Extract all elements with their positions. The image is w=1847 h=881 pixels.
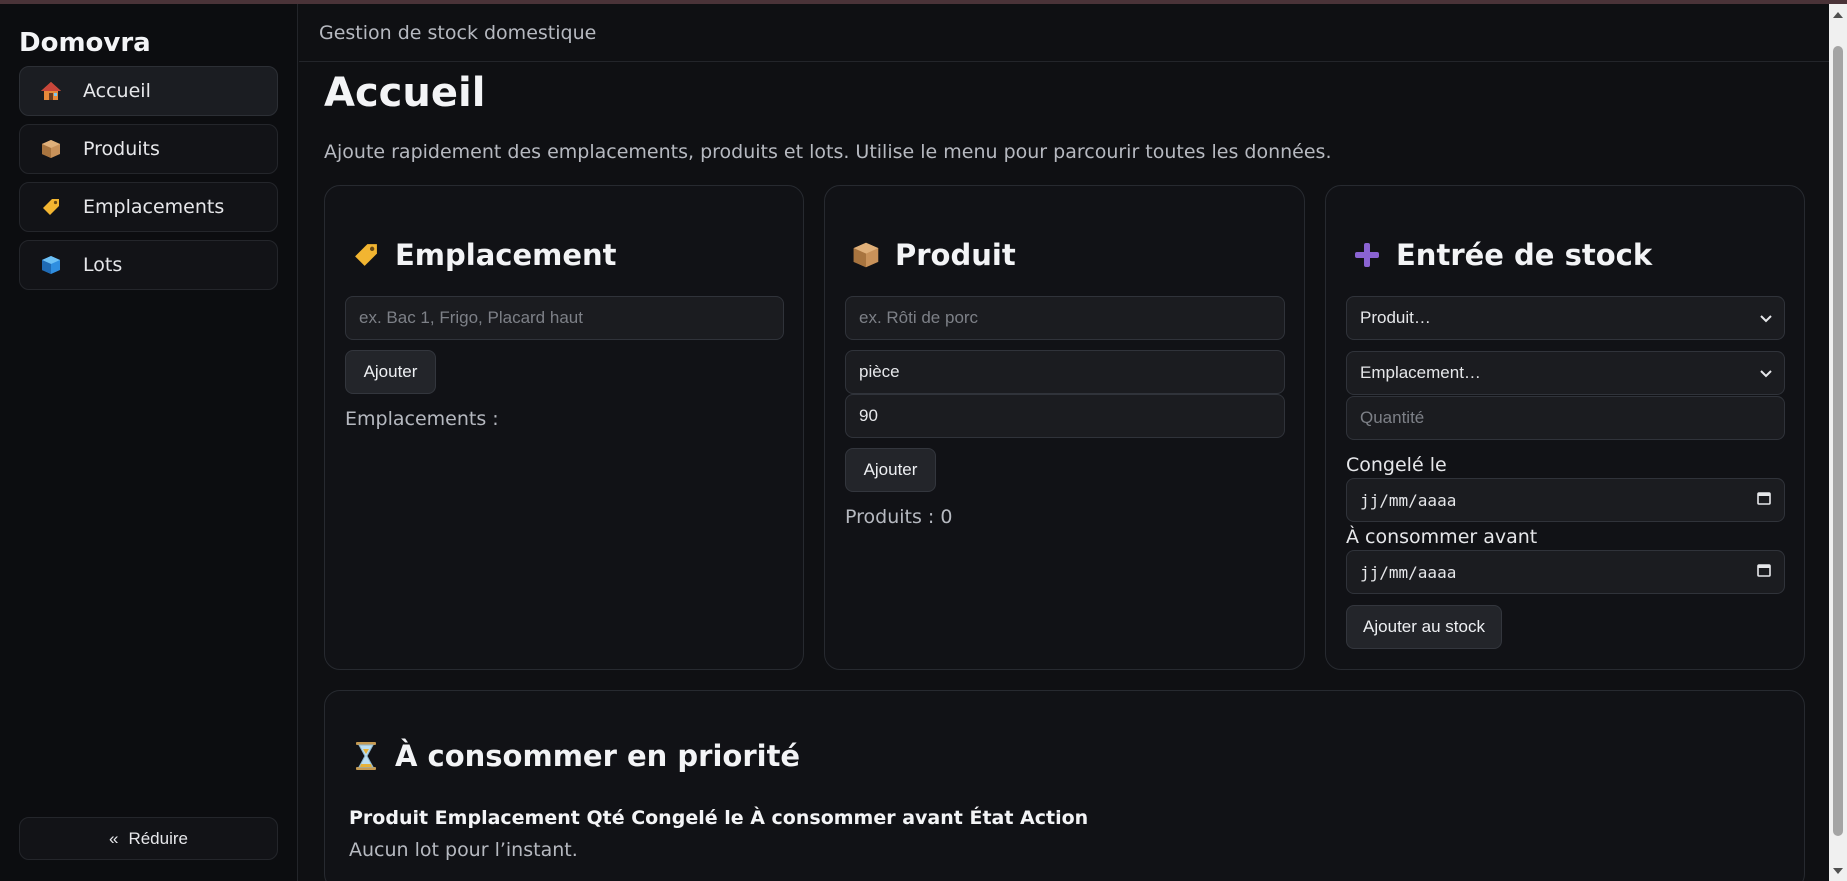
scrollbar-thumb[interactable] [1833,46,1843,836]
hourglass-icon [349,739,383,773]
add-to-stock-button[interactable]: Ajouter au stock [1346,605,1502,649]
page-description: Ajoute rapidement des emplacements, prod… [324,141,1332,163]
calendar-icon[interactable] [1756,490,1772,510]
card-title-text: À consommer en priorité [395,739,801,773]
collapse-label: Réduire [128,828,188,848]
header-subtitle: Gestion de stock domestique [319,22,597,44]
quantity-field[interactable] [1346,396,1785,440]
best-before-date-value: jj/mm/aaaa [1360,562,1457,582]
emplacement-card: Emplacement Ajouter Emplacements : [324,185,804,670]
calendar-icon[interactable] [1756,562,1772,582]
add-produit-button[interactable]: Ajouter [845,448,936,492]
best-before-date-input[interactable]: jj/mm/aaaa [1346,550,1785,594]
page-scrollbar[interactable] [1829,4,1847,881]
sidebar-item-label: Accueil [83,80,151,102]
label-tag-icon [37,195,65,219]
cube-icon [37,253,65,277]
house-icon [37,79,65,103]
sidebar-item-produits[interactable]: Produits [19,124,278,174]
sidebar-item-label: Emplacements [83,196,225,218]
produit-unit-field[interactable]: pièce [845,350,1285,394]
frozen-date-value: jj/mm/aaaa [1360,490,1457,510]
sidebar-item-label: Lots [83,254,123,276]
priority-card-title: À consommer en priorité [349,739,800,773]
produit-card: Produit pièce 90 Ajouter Produits : 0 [824,185,1305,670]
best-before-label: À consommer avant [1346,526,1538,548]
sidebar-item-label: Produits [83,138,160,160]
top-header: Gestion de stock domestique [299,4,1829,62]
location-select-value: Emplacement… [1360,363,1481,382]
emplacements-list-label: Emplacements : [345,408,499,430]
produit-duration-field[interactable]: 90 [845,394,1285,438]
empty-lots-message: Aucun lot pour l’instant. [349,839,578,861]
emplacement-name-field[interactable] [345,296,784,340]
emplacement-name-input[interactable] [359,308,770,328]
sidebar-item-accueil[interactable]: Accueil [19,66,278,116]
product-select-value: Produit… [1360,308,1431,327]
label-tag-icon [349,238,383,272]
product-select[interactable]: Produit… [1346,296,1785,340]
stock-entry-card: Entrée de stock Produit… Emplacement… Co… [1325,185,1805,670]
package-icon [849,238,883,272]
priority-table-header: Produit Emplacement Qté Congelé le À con… [349,807,1089,829]
chevron-down-icon [1760,363,1772,383]
stock-entry-card-title: Entrée de stock [1350,238,1652,272]
produit-card-title: Produit [849,238,1016,272]
sidebar-item-lots[interactable]: Lots [19,240,278,290]
page-title: Accueil [324,70,486,116]
quantity-input[interactable] [1360,408,1771,428]
frozen-date-input[interactable]: jj/mm/aaaa [1346,478,1785,522]
frozen-date-label: Congelé le [1346,454,1447,476]
add-emplacement-button[interactable]: Ajouter [345,350,436,394]
sidebar: Domovra Accueil Produits Emplacements Lo… [0,4,298,881]
package-icon [37,137,65,161]
produit-name-input[interactable] [859,308,1271,328]
collapse-sidebar-button[interactable]: « Réduire [19,817,278,860]
brand-logo: Domovra [19,28,151,58]
sidebar-item-emplacements[interactable]: Emplacements [19,182,278,232]
emplacement-card-title: Emplacement [349,238,617,272]
card-title-text: Entrée de stock [1396,238,1653,272]
double-chevron-left-icon: « [108,828,119,848]
chevron-down-icon [1760,308,1772,328]
produits-count-label: Produits : 0 [845,506,953,528]
produit-name-field[interactable] [845,296,1285,340]
card-title-text: Emplacement [395,238,617,272]
location-select[interactable]: Emplacement… [1346,351,1785,395]
scroll-down-icon[interactable] [1833,868,1843,874]
scroll-up-icon[interactable] [1833,12,1843,18]
card-title-text: Produit [895,238,1016,272]
priority-card: À consommer en priorité Produit Emplacem… [324,690,1805,881]
plus-icon [1350,238,1384,272]
